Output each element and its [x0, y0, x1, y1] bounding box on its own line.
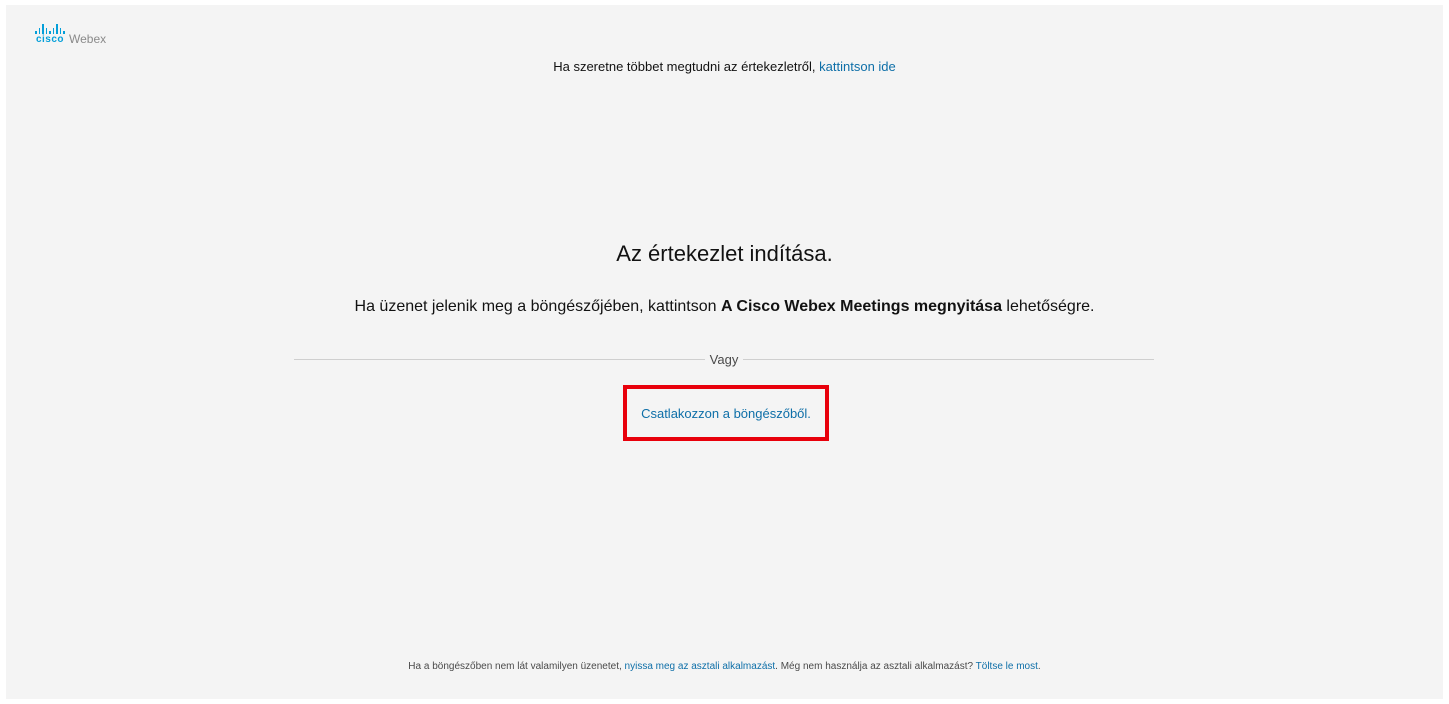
footer-text-end: .	[1037, 661, 1041, 672]
webex-wordmark: Webex	[69, 32, 107, 46]
or-divider: Vagy	[294, 352, 1155, 367]
divider-line-left	[294, 359, 705, 360]
learn-more-line: Ha szeretne többet megtudni az értekezle…	[6, 59, 1443, 74]
join-from-browser-link[interactable]: Csatlakozzon a böngészőből.	[641, 406, 811, 421]
footer-help-text: Ha a böngészőben nem lát valamilyen üzen…	[6, 661, 1443, 672]
instruction-text: Ha üzenet jelenik meg a böngészőjében, k…	[6, 298, 1443, 316]
meeting-launch-page: cisco Webex Ha szeretne többet megtudni …	[6, 5, 1443, 699]
instruction-text-end: lehetőségre.	[1006, 298, 1095, 315]
cisco-wordmark: cisco	[35, 34, 65, 45]
instruction-text-start: Ha üzenet jelenik meg a böngészőjében, k…	[354, 298, 717, 315]
open-desktop-app-link[interactable]: nyissa meg az asztali alkalmazást	[625, 661, 776, 672]
learn-more-text: Ha szeretne többet megtudni az értekezle…	[553, 59, 816, 74]
divider-line-right	[743, 359, 1155, 360]
or-label: Vagy	[709, 352, 739, 367]
download-now-link[interactable]: Töltse le most	[976, 661, 1038, 672]
footer-text-start: Ha a böngészőben nem lát valamilyen üzen…	[408, 661, 622, 672]
cisco-logo-icon: cisco	[35, 24, 65, 45]
instruction-app-name: A Cisco Webex Meetings megnyitása	[720, 298, 1002, 315]
page-title: Az értekezlet indítása.	[616, 241, 833, 266]
learn-more-link[interactable]: kattintson ide	[819, 59, 896, 74]
footer-text-middle: . Még nem használja az asztali alkalmazá…	[775, 661, 974, 672]
cisco-webex-logo: cisco Webex	[35, 19, 106, 45]
join-browser-highlight: Csatlakozzon a böngészőből.	[623, 385, 829, 441]
